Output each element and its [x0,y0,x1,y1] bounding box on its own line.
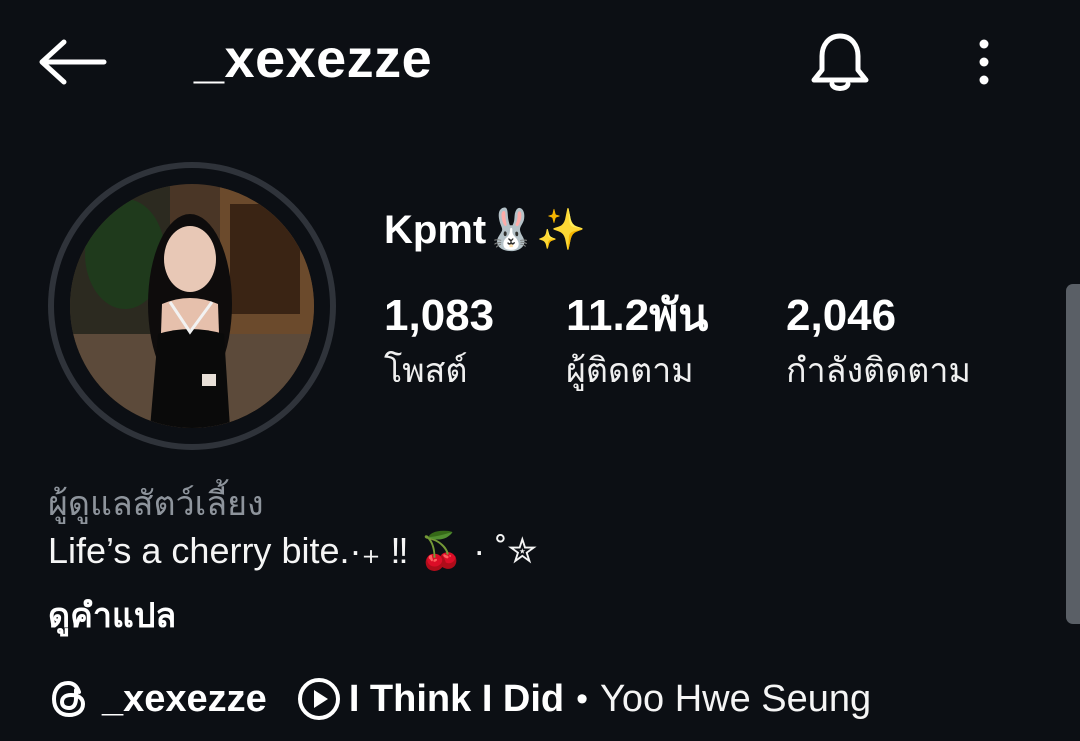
threads-icon [51,680,86,718]
bell-icon [811,33,869,91]
song-artist: Yoo Hwe Seung [600,677,872,720]
profile-category: ผู้ดูแลสัตว์เลี้ยง [48,485,264,523]
posts-label: โพสต์ [384,352,468,390]
arrow-left-icon [39,39,107,85]
followers-label: ผู้ติดตาม [566,352,694,390]
notifications-button[interactable] [804,26,876,98]
play-circle-icon [297,678,340,720]
following-label: กำลังติดตาม [786,352,971,390]
avatar [70,184,314,428]
profile-links-row: _xexezze I Think I Did • Yoo Hwe Seung [48,672,871,726]
posts-count: 1,083 [384,291,495,340]
posts-stat[interactable]: 1,083 โพสต์ [384,292,494,394]
threads-handle: _xexezze [102,677,267,720]
profile-username: _xexezze [194,29,433,89]
profile-bio: Life’s a cherry bite.·₊ ‼ 🍒 · ˚✮ [48,530,538,571]
scrollbar[interactable] [1066,284,1080,624]
followers-count: 11.2พัน [566,291,709,340]
profile-music[interactable]: I Think I Did • Yoo Hwe Seung [297,677,871,721]
avatar-story-ring[interactable] [48,162,336,450]
song-title: I Think I Did [348,677,565,720]
following-count: 2,046 [786,291,897,340]
profile-header: _xexezze [0,0,1080,130]
back-button[interactable] [34,32,110,92]
profile-photo [70,184,314,428]
more-options-button[interactable] [960,32,1008,92]
threads-link[interactable]: _xexezze [48,678,267,721]
vertical-dots-icon [979,39,989,85]
profile-display-name: Kpmt🐰✨ [384,208,586,252]
followers-stat[interactable]: 11.2พัน ผู้ติดตาม [566,292,708,394]
see-translation-link[interactable]: ดูคำแปล [48,588,176,642]
song-separator: • [576,679,589,718]
following-stat[interactable]: 2,046 กำลังติดตาม [786,292,971,394]
